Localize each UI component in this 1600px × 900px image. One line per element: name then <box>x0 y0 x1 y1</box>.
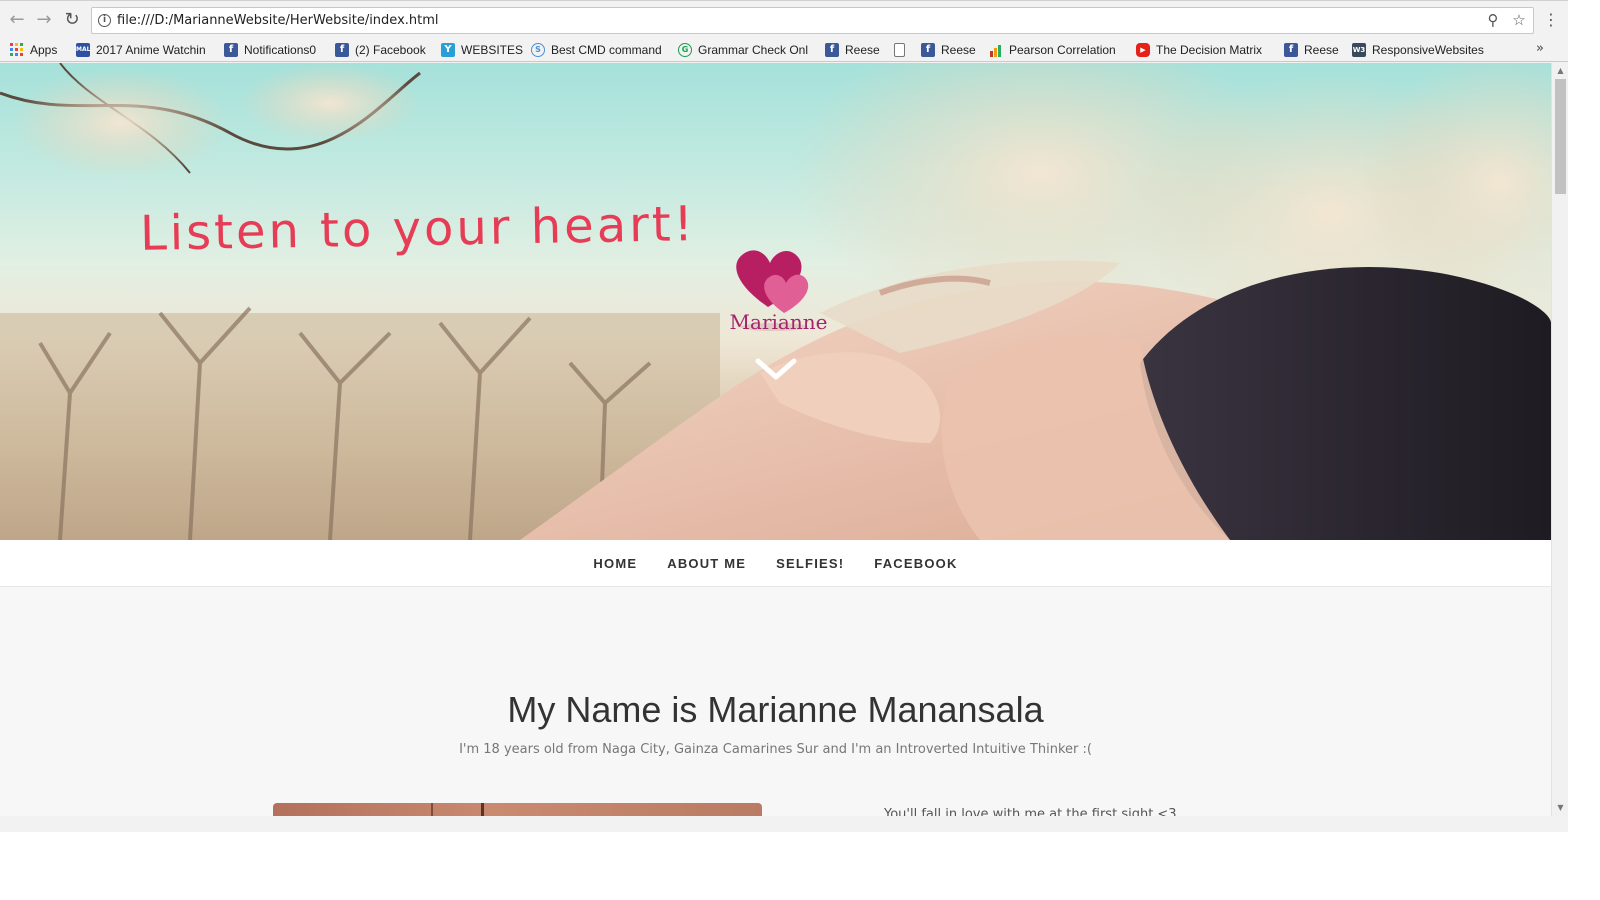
bookmark-label: WEBSITES <box>461 43 523 57</box>
bookmark-label: Reese <box>845 43 880 57</box>
bookmark-facebook[interactable]: f (2) Facebook <box>335 41 431 59</box>
bookmark-apps[interactable]: Apps <box>10 41 66 59</box>
bookmark-grammar[interactable]: G Grammar Check Onl <box>678 41 814 59</box>
bookmark-responsive[interactable]: W3 ResponsiveWebsites <box>1352 41 1492 59</box>
bookmark-label: Notifications0 <box>244 43 317 57</box>
bookmark-reese-2[interactable]: f Reese <box>921 41 981 59</box>
browser-menu-icon[interactable]: ⋮ <box>1541 9 1561 31</box>
grammar-icon: G <box>678 43 692 57</box>
scroll-thumb[interactable] <box>1555 79 1566 194</box>
nav-home[interactable]: HOME <box>593 556 637 571</box>
page-viewport: Listen to your heart! Marianne HOME ABOU… <box>0 63 1551 816</box>
bookmark-y-icon: Y <box>441 43 455 57</box>
url-text[interactable]: file:///D:/MarianneWebsite/HerWebsite/in… <box>117 13 439 28</box>
w3-icon: W3 <box>1352 43 1366 57</box>
chevron-down-icon[interactable] <box>754 355 798 383</box>
bookmark-websites[interactable]: Y WEBSITES <box>441 41 523 59</box>
page-title: My Name is Marianne Manansala <box>507 689 1044 730</box>
globe-icon: S <box>531 43 545 57</box>
youtube-icon: ▶ <box>1136 43 1150 57</box>
bookmark-pearson[interactable]: Pearson Correlation <box>989 41 1123 59</box>
forward-button[interactable]: → <box>33 9 55 31</box>
mal-icon: MAL <box>76 43 90 57</box>
zoom-icon[interactable]: ⚲ <box>1484 11 1502 29</box>
reload-button[interactable]: ↻ <box>61 9 83 31</box>
bookmark-notifications[interactable]: f Notifications0 <box>224 41 326 59</box>
profile-photo <box>273 803 762 816</box>
bookmark-label: Reese <box>941 43 976 57</box>
bookmark-reese-3[interactable]: f Reese <box>1284 41 1344 59</box>
bookmark-cmd[interactable]: S Best CMD command <box>531 41 667 59</box>
browser-window: ← → ↻ i file:///D:/MarianneWebsite/HerWe… <box>0 0 1568 832</box>
bookmark-label: Reese <box>1304 43 1339 57</box>
bookmark-anime[interactable]: MAL 2017 Anime Watchin <box>76 41 210 59</box>
bookmark-label: Best CMD command <box>551 43 662 57</box>
bookmark-star-icon[interactable]: ☆ <box>1510 11 1528 29</box>
bookmark-page[interactable] <box>894 41 912 59</box>
logo-name: Marianne <box>729 310 828 334</box>
hero-banner: Listen to your heart! Marianne <box>0 63 1551 540</box>
bookmark-label: ResponsiveWebsites <box>1372 43 1484 57</box>
facebook-icon: f <box>335 43 349 57</box>
bookmark-label: Apps <box>30 43 58 57</box>
bookmark-label: 2017 Anime Watchin <box>96 43 206 57</box>
browser-toolbar: ← → ↻ i file:///D:/MarianneWebsite/HerWe… <box>0 0 1568 38</box>
bookmark-label: The Decision Matrix <box>1156 43 1263 57</box>
page-icon <box>894 43 905 57</box>
apps-grid-icon <box>10 43 24 57</box>
bookmark-decision-matrix[interactable]: ▶ The Decision Matrix <box>1136 41 1270 59</box>
scroll-up-icon[interactable]: ▲ <box>1552 63 1569 79</box>
bar-chart-icon <box>989 43 1003 57</box>
nav-selfies[interactable]: SELFIES! <box>776 556 844 571</box>
hero-tagline: Listen to your heart! <box>139 196 697 262</box>
facebook-icon: f <box>921 43 935 57</box>
scroll-down-icon[interactable]: ▼ <box>1552 800 1569 816</box>
bookmark-label: Grammar Check Onl <box>698 43 809 57</box>
page-scrollbar[interactable]: ▲ ▼ <box>1551 63 1568 816</box>
nav-about-me[interactable]: ABOUT ME <box>667 556 746 571</box>
facebook-icon: f <box>224 43 238 57</box>
about-section: My Name is Marianne Manansala I'm 18 yea… <box>0 587 1551 816</box>
info-icon[interactable]: i <box>98 14 111 27</box>
more-bookmarks-icon[interactable]: » <box>1536 41 1544 56</box>
facebook-icon: f <box>1284 43 1298 57</box>
photo-detail <box>431 803 433 816</box>
photo-detail <box>481 803 484 816</box>
address-bar[interactable]: i file:///D:/MarianneWebsite/HerWebsite/… <box>91 7 1534 34</box>
back-button[interactable]: ← <box>6 9 28 31</box>
bookmarks-bar: Apps MAL 2017 Anime Watchin f Notificati… <box>0 38 1568 62</box>
bookmark-label: Pearson Correlation <box>1009 43 1116 57</box>
bookmark-reese-1[interactable]: f Reese <box>825 41 885 59</box>
intro-text: You'll fall in love with me at the first… <box>884 807 1177 816</box>
bookmark-label: (2) Facebook <box>355 43 426 57</box>
site-nav: HOME ABOUT ME SELFIES! FACEBOOK <box>0 540 1551 587</box>
facebook-icon: f <box>825 43 839 57</box>
nav-facebook[interactable]: FACEBOOK <box>874 556 957 571</box>
page-subtitle: I'm 18 years old from Naga City, Gainza … <box>459 742 1092 757</box>
